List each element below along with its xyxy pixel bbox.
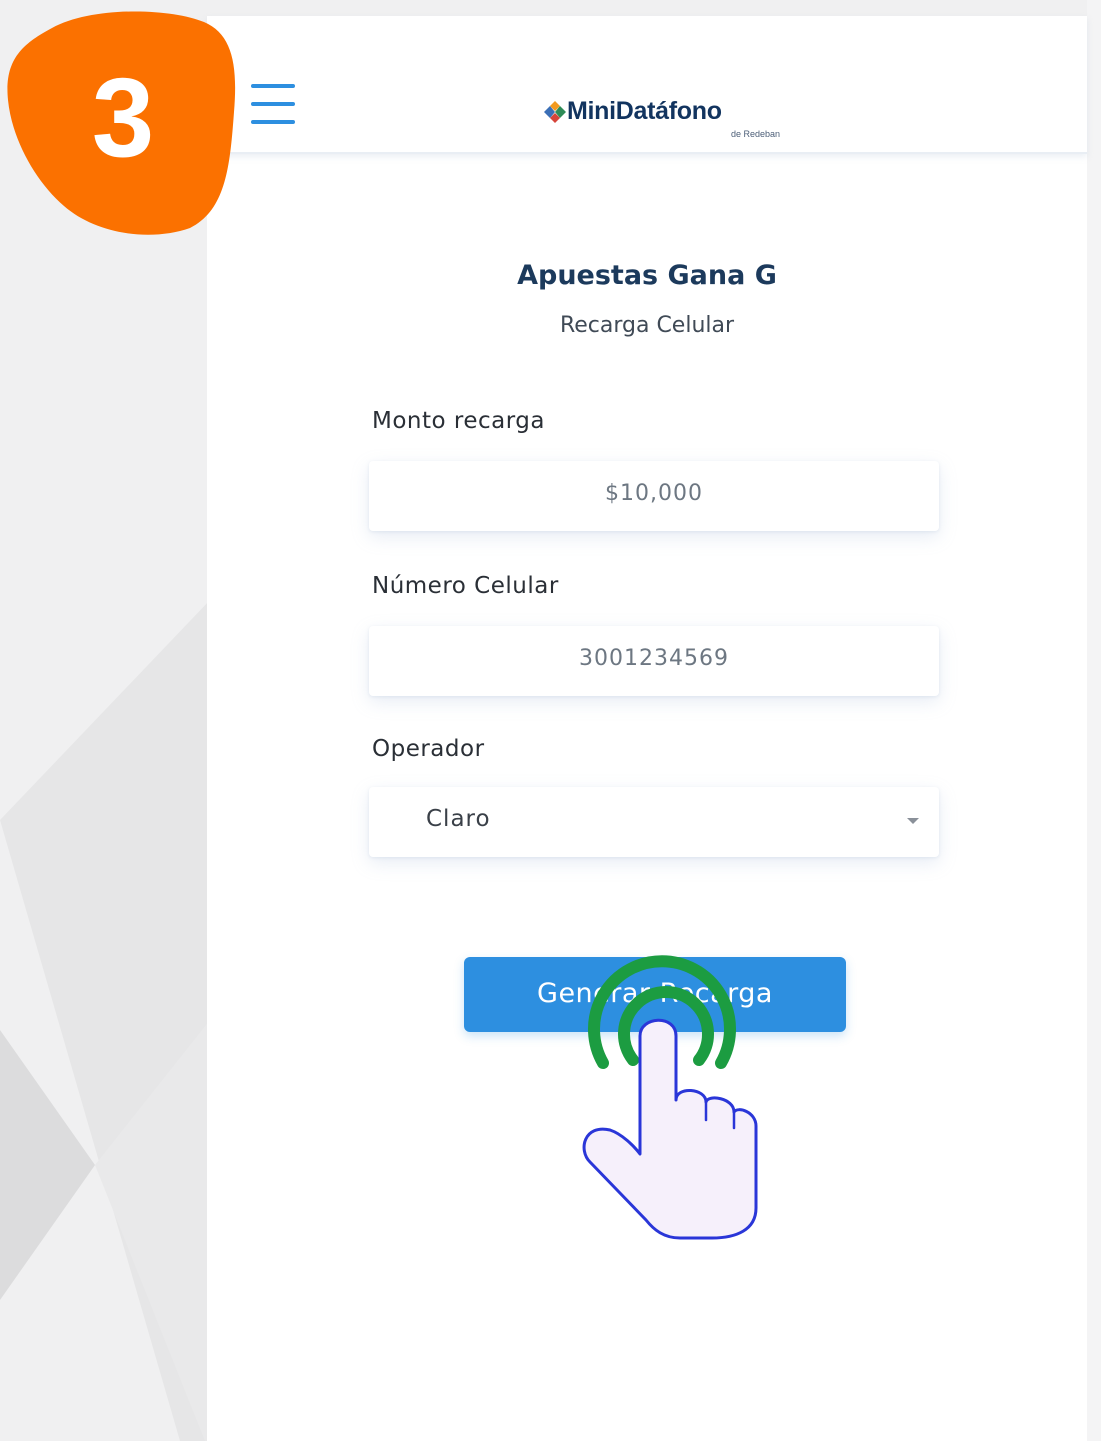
service-name: Recarga Celular xyxy=(559,313,735,338)
operator-select[interactable]: Claro xyxy=(369,787,939,857)
merchant-name: Apuestas Gana G xyxy=(517,260,777,291)
logo-mark-icon xyxy=(544,101,566,123)
phone-number-input[interactable]: 3001234569 xyxy=(369,626,939,696)
app-header: MiniDatáfono de Redeban xyxy=(207,16,1087,154)
amount-label: Monto recarga xyxy=(372,408,545,434)
logo-subtitle: de Redeban xyxy=(731,129,781,139)
amount-value: $10,000 xyxy=(605,481,703,506)
step-badge: 3 xyxy=(0,0,240,245)
step-number: 3 xyxy=(91,55,155,180)
minidatafono-logo: MiniDatáfono de Redeban xyxy=(543,97,783,144)
caret-down-icon xyxy=(907,818,919,824)
phone-number-value: 3001234569 xyxy=(579,646,729,671)
amount-input[interactable]: $10,000 xyxy=(369,461,939,531)
phone-label: Número Celular xyxy=(372,573,559,599)
hand-pointer-icon xyxy=(582,955,758,1240)
logo-brand-text: MiniDatáfono xyxy=(567,97,722,125)
operator-label: Operador xyxy=(372,736,485,762)
hamburger-menu-icon[interactable] xyxy=(251,84,297,124)
operator-selected-value: Claro xyxy=(426,806,491,832)
